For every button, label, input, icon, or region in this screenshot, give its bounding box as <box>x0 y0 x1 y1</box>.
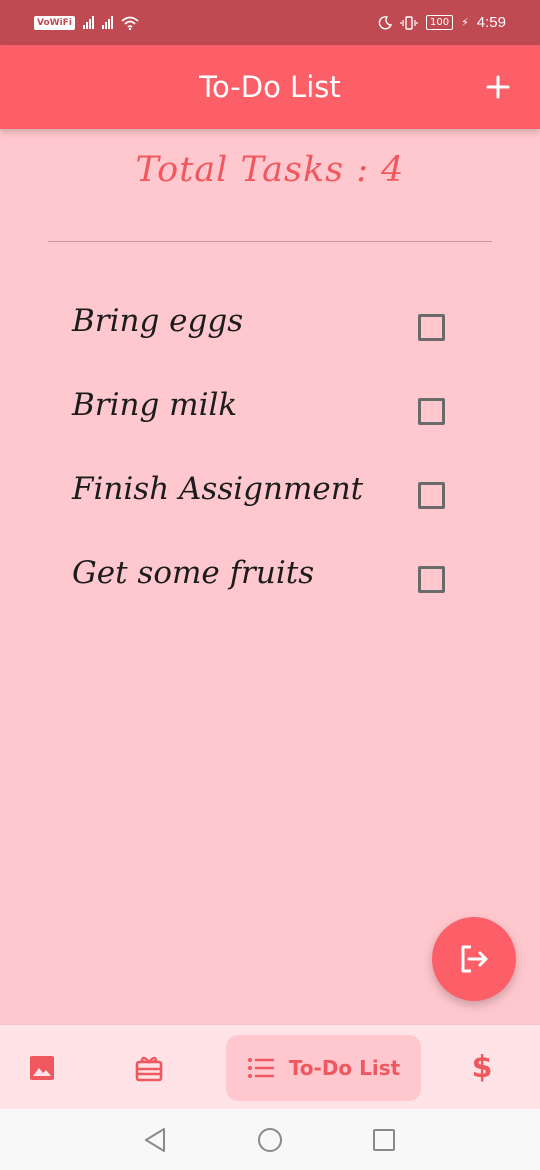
task-label: Get some fruits <box>72 555 315 591</box>
vibrate-icon <box>400 15 418 30</box>
nav-item-gifts[interactable] <box>128 1025 170 1110</box>
wifi-icon <box>121 16 139 30</box>
image-icon <box>30 1055 54 1080</box>
home-button[interactable] <box>255 1125 285 1155</box>
task-checkbox[interactable] <box>418 398 445 425</box>
status-bar: VoWiFi 100 ⚡ 4:59 <box>0 0 540 45</box>
task-item: Finish Assignment <box>0 453 540 537</box>
nav-active-label: To-Do List <box>288 1056 401 1080</box>
dollar-icon: $ <box>471 1050 493 1085</box>
app-bar: To-Do List <box>0 45 540 129</box>
task-checkbox[interactable] <box>418 482 445 509</box>
gift-icon <box>135 1056 163 1081</box>
bottom-nav: To-Do List $ <box>0 1024 540 1109</box>
task-label: Finish Assignment <box>72 471 364 507</box>
todo-screen: VoWiFi 100 ⚡ 4:59 To-Do List Total Tasks… <box>0 0 540 1170</box>
status-right: 100 ⚡ 4:59 <box>378 14 506 31</box>
list-icon <box>247 1058 274 1078</box>
task-label: Bring eggs <box>72 303 244 339</box>
charging-icon: ⚡ <box>461 16 469 29</box>
task-checkbox[interactable] <box>418 314 445 341</box>
divider <box>48 241 492 242</box>
back-icon <box>145 1128 165 1152</box>
logout-fab[interactable] <box>432 917 516 1001</box>
nav-item-todo-list[interactable]: To-Do List <box>226 1035 421 1101</box>
task-item: Bring milk <box>0 369 540 453</box>
plus-icon <box>486 75 510 99</box>
moon-icon <box>378 15 392 29</box>
total-tasks-label: Total Tasks : 4 <box>135 150 405 190</box>
status-left: VoWiFi <box>34 15 139 30</box>
add-task-button[interactable] <box>478 67 518 107</box>
recents-icon <box>373 1129 395 1151</box>
task-item: Bring eggs <box>0 285 540 369</box>
home-icon <box>258 1128 282 1152</box>
battery-indicator: 100 <box>425 15 454 30</box>
task-checkbox[interactable] <box>418 566 445 593</box>
task-item: Get some fruits <box>0 537 540 621</box>
signal-1-icon <box>82 16 94 29</box>
system-nav-bar <box>0 1109 540 1170</box>
vowifi-badge: VoWiFi <box>34 15 75 30</box>
signal-2-icon <box>101 16 113 29</box>
status-time: 4:59 <box>476 14 506 31</box>
task-list: Bring eggs Bring milk Finish Assignment … <box>0 285 540 621</box>
back-button[interactable] <box>140 1125 170 1155</box>
nav-item-gallery[interactable] <box>22 1025 62 1110</box>
recents-button[interactable] <box>369 1125 399 1155</box>
logout-icon <box>461 945 488 973</box>
nav-item-expenses[interactable]: $ <box>462 1025 502 1110</box>
app-title: To-Do List <box>199 70 341 104</box>
task-label: Bring milk <box>72 387 238 423</box>
